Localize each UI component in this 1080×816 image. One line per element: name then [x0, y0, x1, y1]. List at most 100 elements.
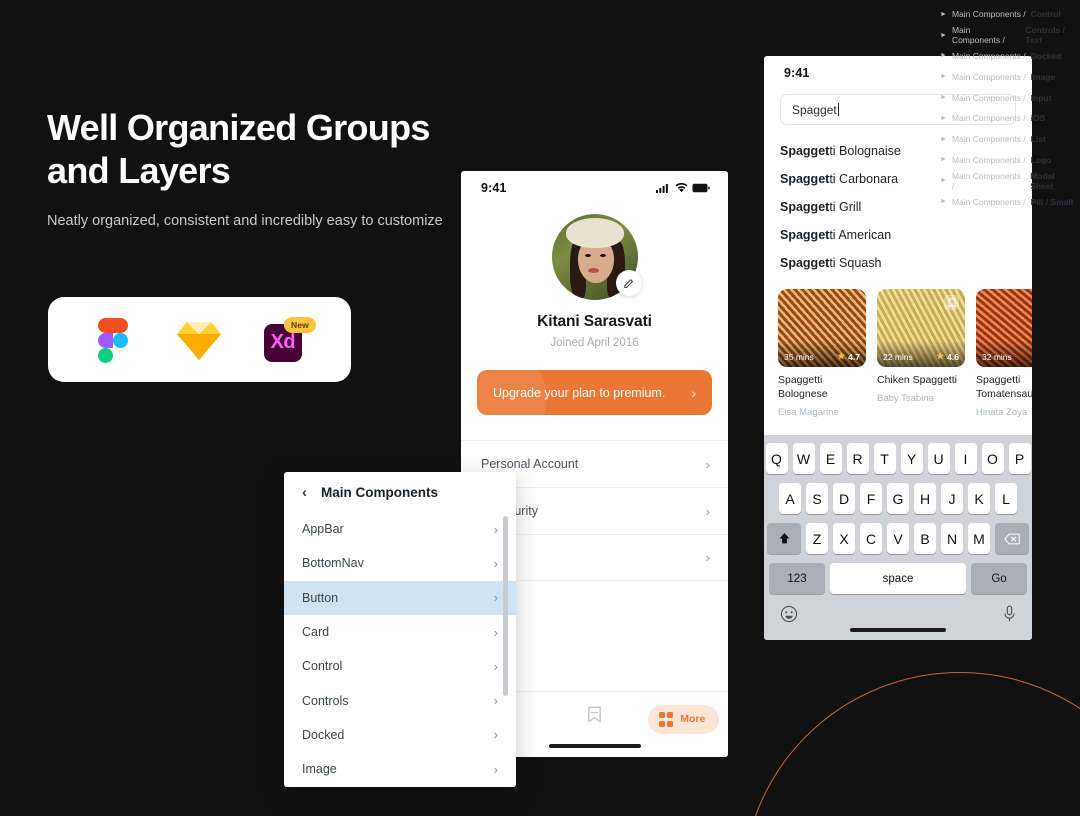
key-b[interactable]: B	[914, 523, 936, 554]
bookmark-icon	[588, 706, 601, 723]
key-t[interactable]: T	[873, 443, 896, 474]
layer-name: Image	[1030, 71, 1056, 82]
layer-row[interactable]: ► Main Components / Modal Sheet	[930, 170, 1080, 191]
disclosure-triangle-icon[interactable]: ►	[940, 156, 947, 163]
key-j[interactable]: J	[941, 483, 963, 514]
key-y[interactable]: Y	[900, 443, 923, 474]
key-u[interactable]: U	[927, 443, 950, 474]
sketch-icon	[177, 321, 222, 360]
key-n[interactable]: N	[941, 523, 963, 554]
key-l[interactable]: L	[995, 483, 1017, 514]
key-d[interactable]: D	[833, 483, 855, 514]
food-cook-time: 32 mins	[982, 352, 1012, 362]
settings-row-label: Personal Account	[481, 457, 579, 471]
chevron-right-icon: ›	[493, 590, 498, 606]
sketch-logo-slot[interactable]	[176, 317, 222, 363]
layer-name: List	[1030, 134, 1046, 145]
disclosure-triangle-icon[interactable]: ►	[940, 94, 947, 101]
menu-item-card[interactable]: Card ›	[284, 615, 516, 649]
shift-key[interactable]	[767, 523, 801, 554]
signal-icon	[656, 184, 668, 193]
suggestion-rest: ti Bolognaise	[829, 144, 901, 158]
layer-name: iOS	[1030, 113, 1046, 124]
key-q[interactable]: Q	[765, 443, 788, 474]
key-o[interactable]: O	[981, 443, 1004, 474]
menu-item-docked[interactable]: Docked ›	[284, 718, 516, 752]
layer-row[interactable]: ► Main Components / Image	[930, 66, 1080, 87]
layer-row[interactable]: ► Main Components / Pill / Small	[930, 191, 1080, 212]
layer-row[interactable]: ► Main Components / Docked	[930, 46, 1080, 67]
suggestion-item[interactable]: Spaggetti Squash	[764, 249, 1032, 277]
menu-item-bottomnav[interactable]: BottomNav ›	[284, 546, 516, 580]
layer-row[interactable]: ► Main Components / Input	[930, 87, 1080, 108]
menu-item-button[interactable]: Button ›	[284, 580, 516, 615]
chevron-left-icon[interactable]: ‹	[302, 485, 307, 500]
upgrade-plan-banner[interactable]: Upgrade your plan to premium. ›	[477, 370, 712, 415]
status-bar-time: 9:41	[481, 181, 507, 195]
disclosure-triangle-icon[interactable]: ►	[940, 177, 947, 184]
disclosure-triangle-icon[interactable]: ►	[940, 73, 947, 80]
numbers-key[interactable]: 123	[769, 563, 825, 594]
key-e[interactable]: E	[819, 443, 842, 474]
menu-item-image[interactable]: Image ›	[284, 752, 516, 786]
menu-item-control[interactable]: Control ›	[284, 649, 516, 683]
disclosure-triangle-icon[interactable]: ►	[940, 52, 947, 59]
edit-avatar-button[interactable]	[615, 270, 642, 296]
menu-item-controls[interactable]: Controls ›	[284, 683, 516, 717]
key-v[interactable]: V	[887, 523, 909, 554]
layer-row[interactable]: ► Main Components / Logo	[930, 150, 1080, 171]
layer-name: Docked	[1030, 50, 1062, 61]
chevron-right-icon: ›	[493, 727, 498, 743]
chevron-right-icon: ›	[493, 521, 498, 537]
key-k[interactable]: K	[968, 483, 990, 514]
nav-more-button[interactable]: More	[647, 705, 720, 734]
go-key[interactable]: Go	[971, 563, 1027, 594]
disclosure-triangle-icon[interactable]: ►	[940, 198, 947, 205]
key-x[interactable]: X	[833, 523, 855, 554]
layer-row[interactable]: ► Main Components / Controls / Text	[930, 25, 1080, 46]
layer-row[interactable]: ► Main Components / iOS	[930, 108, 1080, 129]
design-tools-card: Xd New	[48, 297, 351, 382]
key-z[interactable]: Z	[806, 523, 828, 554]
menu-item-appbar[interactable]: AppBar ›	[284, 512, 516, 546]
keyboard-row-3: Z X C V B N M	[767, 523, 1029, 554]
food-author: Baby Tsabina	[877, 392, 934, 404]
suggestion-item[interactable]: Spaggetti American	[764, 221, 1032, 249]
key-a[interactable]: A	[779, 483, 801, 514]
food-card[interactable]: 22 mins ★ 4.6 Chiken Spaggetti Baby Tsab…	[877, 289, 965, 418]
key-h[interactable]: H	[914, 483, 936, 514]
virtual-keyboard: Q W E R T Y U I O P A S D F G H J K L Z …	[764, 435, 1032, 640]
disclosure-triangle-icon[interactable]: ►	[940, 11, 947, 18]
emoji-button[interactable]	[780, 605, 798, 628]
status-bar: 9:41	[461, 171, 728, 205]
new-badge: New	[284, 316, 316, 333]
dictation-button[interactable]	[1003, 605, 1016, 628]
food-card[interactable]: 35 mins ★ 4.7 Spaggetti Bolognese Elsa M…	[778, 289, 866, 418]
layer-row[interactable]: ► Main Components / List	[930, 129, 1080, 150]
key-p[interactable]: P	[1008, 443, 1031, 474]
key-i[interactable]: I	[954, 443, 977, 474]
key-g[interactable]: G	[887, 483, 909, 514]
xd-logo-slot[interactable]: Xd New	[263, 316, 316, 363]
space-key[interactable]: space	[830, 563, 966, 594]
menu-scrollbar[interactable]	[503, 516, 508, 696]
layer-row[interactable]: ► Main Components / Control	[930, 4, 1080, 25]
key-m[interactable]: M	[968, 523, 990, 554]
layer-path: Main Components /	[951, 154, 1026, 165]
nav-bookmark-button[interactable]	[550, 705, 639, 724]
menu-item-label: Docked	[302, 727, 345, 742]
key-s[interactable]: S	[806, 483, 828, 514]
disclosure-triangle-icon[interactable]: ►	[940, 32, 947, 39]
backspace-key[interactable]	[995, 523, 1029, 554]
bookmark-button[interactable]	[944, 295, 959, 310]
chevron-right-icon: ›	[705, 550, 710, 565]
disclosure-triangle-icon[interactable]: ►	[940, 115, 947, 122]
food-card[interactable]: 32 mins ★ Spaggetti Tomatensauc Hinata Z…	[976, 289, 1032, 418]
disclosure-triangle-icon[interactable]: ►	[940, 136, 947, 143]
key-f[interactable]: F	[860, 483, 882, 514]
key-w[interactable]: W	[792, 443, 815, 474]
layer-path: Main Components /	[951, 50, 1026, 61]
key-r[interactable]: R	[846, 443, 869, 474]
key-c[interactable]: C	[860, 523, 882, 554]
figma-logo-slot[interactable]	[90, 317, 136, 363]
